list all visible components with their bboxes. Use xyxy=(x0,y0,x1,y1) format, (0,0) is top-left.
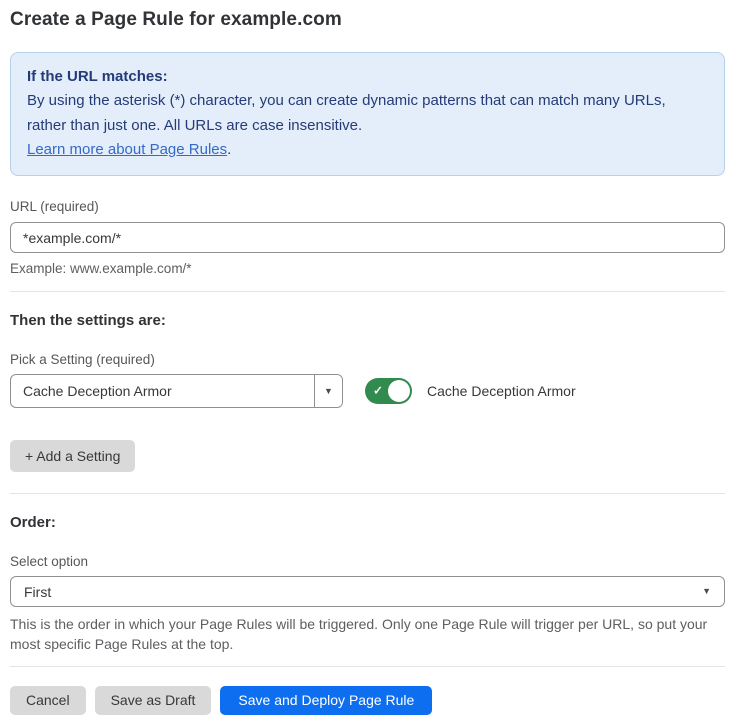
setting-row: Cache Deception Armor ▼ ✓ Cache Deceptio… xyxy=(10,374,725,408)
info-box-link-line: Learn more about Page Rules. xyxy=(27,138,708,162)
page-title: Create a Page Rule for example.com xyxy=(10,9,725,31)
toggle-knob xyxy=(388,380,410,402)
page-rule-form: Create a Page Rule for example.com If th… xyxy=(10,0,725,715)
save-as-draft-button[interactable]: Save as Draft xyxy=(95,686,212,715)
setting-select-value: Cache Deception Armor xyxy=(11,375,314,407)
cache-deception-armor-toggle[interactable]: ✓ xyxy=(365,378,412,404)
order-section-heading: Order: xyxy=(10,514,725,531)
check-icon: ✓ xyxy=(373,384,383,398)
save-and-deploy-button[interactable]: Save and Deploy Page Rule xyxy=(220,686,432,715)
toggle-label: Cache Deception Armor xyxy=(427,383,576,399)
url-field-label: URL (required) xyxy=(10,199,725,214)
settings-section-heading: Then the settings are: xyxy=(10,312,725,329)
chevron-down-icon: ▼ xyxy=(702,587,711,596)
divider xyxy=(10,666,725,667)
info-box-heading: If the URL matches: xyxy=(27,65,708,89)
order-select[interactable]: First ▼ xyxy=(10,576,725,607)
url-input[interactable] xyxy=(10,222,725,253)
url-matches-info-box: If the URL matches: By using the asteris… xyxy=(10,52,725,176)
order-select-label: Select option xyxy=(10,554,725,569)
order-select-value: First xyxy=(24,584,702,600)
link-suffix: . xyxy=(227,141,231,158)
divider xyxy=(10,291,725,292)
setting-select[interactable]: Cache Deception Armor ▼ xyxy=(10,374,343,408)
add-setting-button[interactable]: + Add a Setting xyxy=(10,440,135,472)
learn-more-link[interactable]: Learn more about Page Rules xyxy=(27,141,227,158)
url-example-helper: Example: www.example.com/* xyxy=(10,261,725,276)
form-actions: Cancel Save as Draft Save and Deploy Pag… xyxy=(10,686,725,715)
chevron-down-icon: ▼ xyxy=(324,387,333,396)
info-box-body: By using the asterisk (*) character, you… xyxy=(27,89,708,138)
divider xyxy=(10,493,725,494)
pick-setting-label: Pick a Setting (required) xyxy=(10,352,725,367)
cancel-button[interactable]: Cancel xyxy=(10,686,86,715)
order-helper-text: This is the order in which your Page Rul… xyxy=(10,615,725,654)
setting-select-arrow-button[interactable]: ▼ xyxy=(314,375,342,407)
